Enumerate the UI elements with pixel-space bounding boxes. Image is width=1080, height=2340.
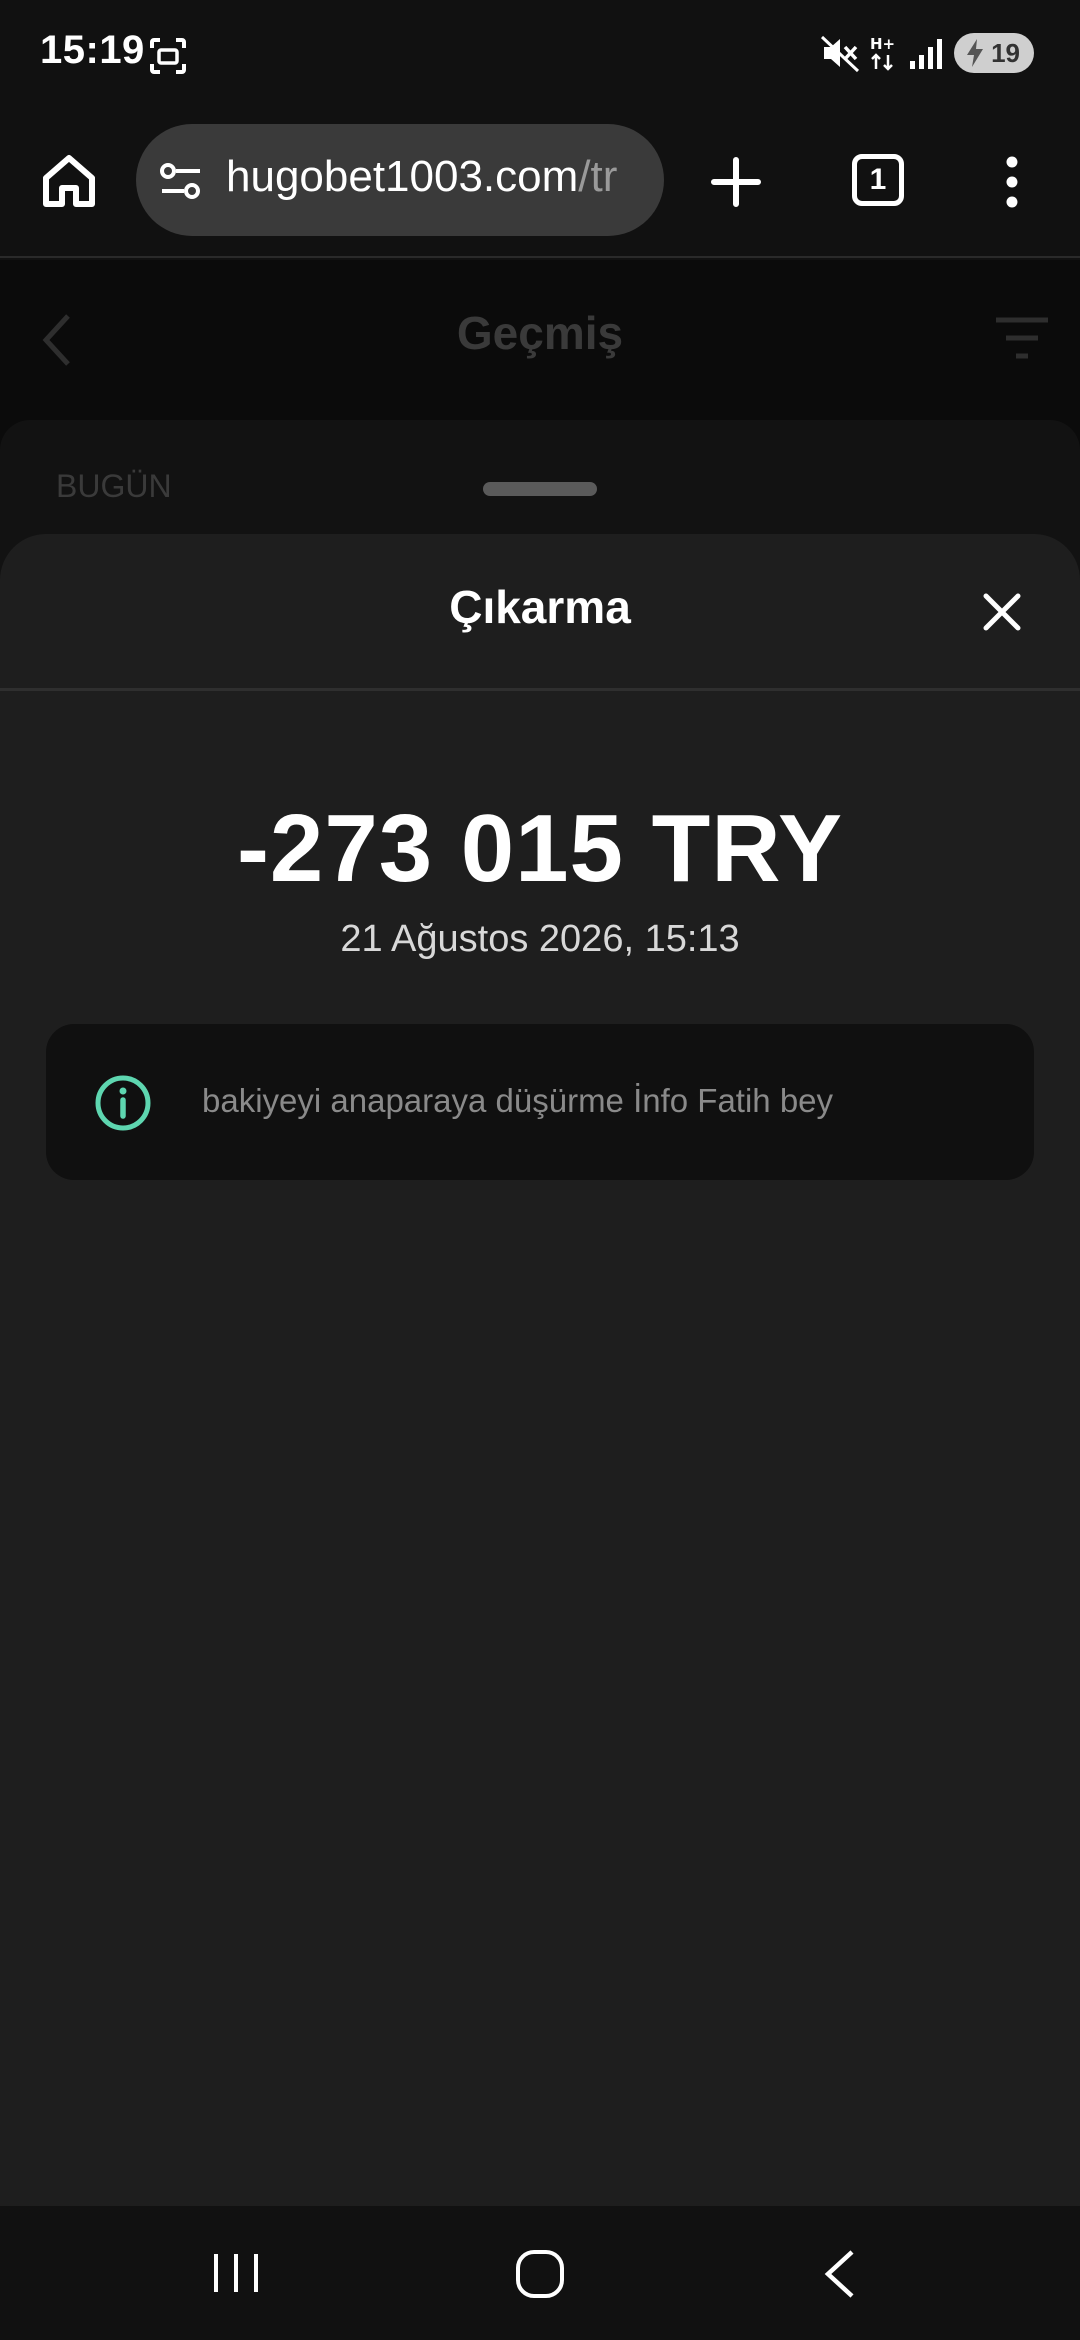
transaction-amount: -273 015 TRY — [236, 795, 844, 902]
url-bar[interactable]: hugobet1003.com/tr — [136, 124, 664, 236]
close-icon[interactable] — [978, 588, 1026, 636]
sheet-drag-handle[interactable] — [483, 482, 597, 496]
status-bar: 15:19 H+ 19 — [0, 0, 1080, 112]
plus-icon[interactable] — [706, 152, 766, 212]
recent-apps-icon[interactable] — [210, 2250, 262, 2296]
url-path: /tr — [578, 152, 618, 201]
battery-indicator: 19 — [954, 33, 1034, 73]
hplus-network-icon: H+ — [870, 35, 895, 71]
back-icon[interactable] — [820, 2246, 860, 2302]
status-icons: H+ 19 — [820, 30, 1034, 76]
system-nav-bar — [0, 2206, 1080, 2340]
status-time: 15:19 — [40, 28, 145, 72]
tabs-button[interactable]: 1 — [852, 154, 904, 206]
section-label: BUGÜN — [56, 468, 172, 504]
divider — [0, 688, 1080, 691]
browser-toolbar: hugobet1003.com/tr 1 — [0, 112, 1080, 258]
url-text[interactable]: hugobet1003.com/tr — [226, 152, 617, 202]
transaction-detail-sheet: Çıkarma -273 015 TRY 21 Ağustos 2026, 15… — [0, 534, 1080, 2206]
note-text: bakiyeyi anaparaya düşürme İnfo Fatih be… — [202, 1082, 834, 1119]
sheet-title: Çıkarma — [449, 581, 631, 633]
svg-text:H+: H+ — [870, 35, 895, 53]
site-settings-icon[interactable] — [158, 158, 204, 204]
page-title: Geçmiş — [456, 307, 624, 359]
url-domain: hugobet1003.com — [226, 152, 579, 201]
screenshot-icon — [150, 38, 186, 74]
battery-level: 19 — [991, 37, 1020, 68]
battery-charging-icon — [967, 39, 983, 67]
home-icon[interactable] — [38, 150, 100, 212]
transaction-note: bakiyeyi anaparaya düşürme İnfo Fatih be… — [46, 1024, 1034, 1180]
history-page-background: Geçmiş BUGÜN — [0, 260, 1080, 620]
info-icon — [95, 1075, 151, 1131]
screen: 15:19 H+ 19 hugobet1003.com/tr 1 Geçmiş … — [0, 0, 1080, 2340]
mute-icon — [820, 35, 860, 73]
transaction-datetime: 21 Ağustos 2026, 15:13 — [340, 918, 740, 960]
more-vert-icon[interactable] — [1000, 152, 1024, 212]
tab-count: 1 — [869, 163, 887, 196]
filter-icon — [996, 317, 1048, 359]
home-icon[interactable] — [512, 2246, 568, 2302]
signal-icon — [910, 39, 942, 69]
